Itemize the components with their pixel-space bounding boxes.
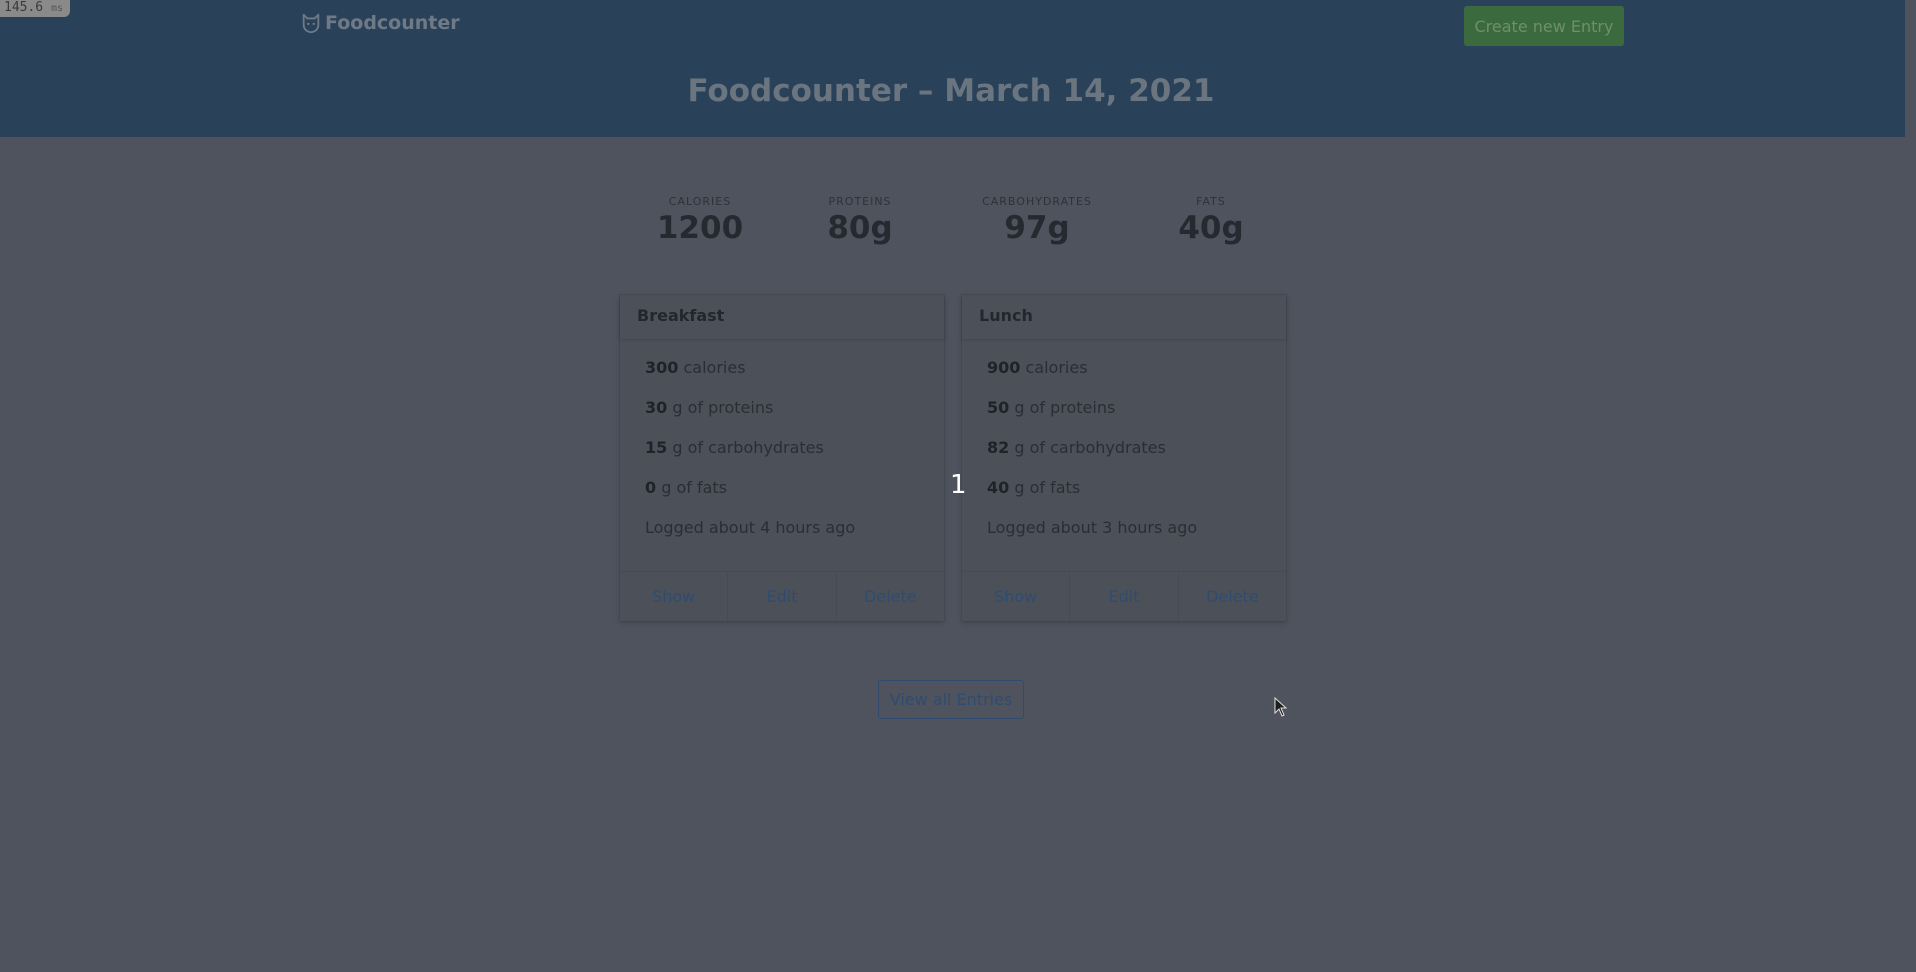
card-content: 900 calories 50 g of proteins 82 g of ca… <box>962 339 1286 558</box>
stat-label: CARBOHYDRATES <box>982 195 1092 208</box>
show-link[interactable]: Show <box>620 572 727 621</box>
entry-card-breakfast: Breakfast 300 calories 30 g of proteins … <box>620 295 944 621</box>
timing-value: 145.6 <box>4 0 44 15</box>
calories-line: 900 calories <box>987 358 1088 377</box>
show-link[interactable]: Show <box>962 572 1069 621</box>
fats-line: 0 g of fats <box>645 478 728 497</box>
page-number-overlay: 1 <box>950 470 967 500</box>
logged-time: Logged about 4 hours ago <box>645 518 856 537</box>
stat-proteins: PROTEINS 80g <box>760 195 960 246</box>
delete-link[interactable]: Delete <box>1177 572 1286 621</box>
brand-link[interactable]: Foodcounter <box>300 12 460 34</box>
card-title: Breakfast <box>620 295 944 339</box>
card-title: Lunch <box>962 295 1286 339</box>
stat-value: 40g <box>1178 210 1244 246</box>
nutrition-summary: CALORIES 1200 PROTEINS 80g CARBOHYDRATES… <box>620 195 1280 265</box>
entry-card-lunch: Lunch 900 calories 50 g of proteins 82 g… <box>962 295 1286 621</box>
hero-section: Foodcounter Create new Entry Foodcounter… <box>0 0 1905 137</box>
card-footer: Show Edit Delete <box>620 571 944 621</box>
edit-link[interactable]: Edit <box>727 572 835 621</box>
mouse-cursor-icon <box>1274 697 1288 717</box>
carbohydrates-line: 82 g of carbohydrates <box>987 438 1166 457</box>
render-timing-badge: 145.6 ms <box>0 0 71 17</box>
delete-link[interactable]: Delete <box>835 572 944 621</box>
card-content: 300 calories 30 g of proteins 15 g of ca… <box>620 339 944 558</box>
stat-value: 97g <box>1004 210 1070 246</box>
navbar: Foodcounter Create new Entry <box>0 0 1905 52</box>
page-title: Foodcounter – March 14, 2021 <box>687 73 1215 109</box>
proteins-line: 50 g of proteins <box>987 398 1116 417</box>
timing-unit: ms <box>50 3 64 14</box>
card-footer: Show Edit Delete <box>962 571 1286 621</box>
stat-carbohydrates: CARBOHYDRATES 97g <box>937 195 1137 246</box>
view-all-entries-button[interactable]: View all Entries <box>878 680 1024 719</box>
create-entry-button[interactable]: Create new Entry <box>1464 6 1624 46</box>
fats-line: 40 g of fats <box>987 478 1081 497</box>
logged-time: Logged about 3 hours ago <box>987 518 1198 537</box>
carbohydrates-line: 15 g of carbohydrates <box>645 438 824 457</box>
edit-link[interactable]: Edit <box>1069 572 1177 621</box>
stat-label: PROTEINS <box>828 195 892 208</box>
calories-line: 300 calories <box>645 358 746 377</box>
stat-fats: FATS 40g <box>1111 195 1311 246</box>
proteins-line: 30 g of proteins <box>645 398 774 417</box>
stat-value: 80g <box>827 210 893 246</box>
stat-label: FATS <box>1196 195 1226 208</box>
cat-face-icon <box>302 13 320 34</box>
brand-name: Foodcounter <box>325 12 460 34</box>
